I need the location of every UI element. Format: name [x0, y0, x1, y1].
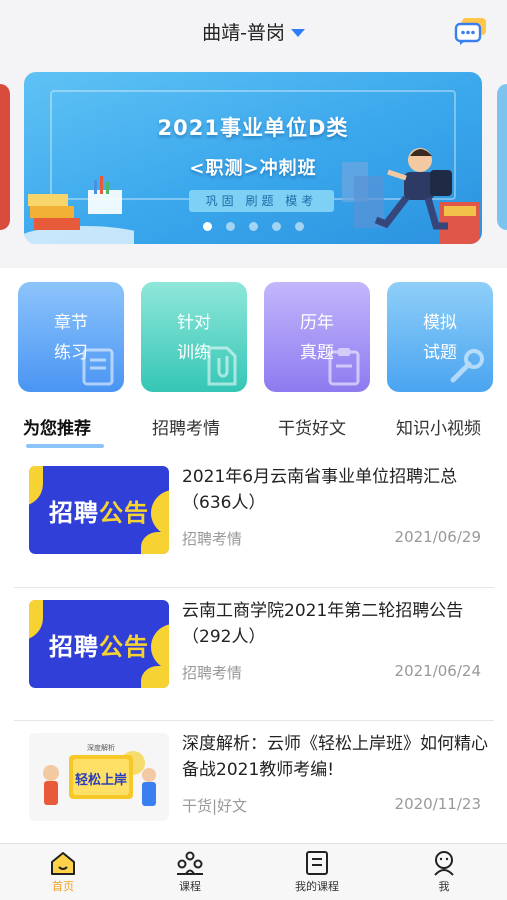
banner-title: 2021事业单位D类: [157, 116, 349, 140]
tab-articles[interactable]: 干货好文: [278, 414, 346, 439]
city-selector[interactable]: 曲靖-普岗: [202, 18, 305, 45]
tile-chapter-practice[interactable]: 章节 练习: [18, 282, 124, 392]
list-item[interactable]: 招聘公告 2021年6月云南省事业单位招聘汇总（636人） 招聘考情 2021/…: [0, 454, 507, 588]
tab-recruitment[interactable]: 招聘考情: [152, 414, 220, 439]
article-category: 招聘考情: [182, 530, 243, 548]
article-title: 深度解析：云师《轻松上岸班》如何精心备战2021教师考编!: [182, 734, 488, 780]
nav-label: 首页: [52, 880, 74, 893]
carousel-dot[interactable]: [225, 222, 235, 231]
nav-label: 课程: [179, 880, 201, 893]
top-header: 曲靖-普岗: [0, 0, 507, 62]
courses-icon: [177, 851, 203, 875]
chevron-down-icon: [290, 28, 305, 37]
thumb-text: 公告: [99, 499, 149, 527]
tile-label: 真题: [300, 343, 334, 363]
banner-carousel: 2021事业单位D类 <职测>冲刺班 巩固 刷题 模考: [0, 62, 507, 268]
nav-home[interactable]: 首页: [13, 850, 113, 894]
list-item[interactable]: 招聘公告 云南工商学院2021年第二轮招聘公告（292人） 招聘考情 2021/…: [0, 588, 507, 722]
article-thumbnail: 轻松上岸 深度解析: [29, 733, 169, 821]
home-icon: [51, 852, 75, 875]
quick-entry-grid: 章节 练习 针对 训练 历年 真题 模拟 试题: [0, 268, 507, 398]
tile-label: 模拟: [423, 313, 457, 333]
nav-courses[interactable]: 课程: [140, 850, 240, 894]
next-banner-peek[interactable]: [497, 84, 507, 230]
tab-recommended[interactable]: 为您推荐: [23, 414, 91, 439]
article-title: 云南工商学院2021年第二轮招聘公告（292人）: [182, 601, 464, 647]
tile-label: 针对: [177, 313, 211, 333]
bottom-nav: 首页 课程 我的课程 我: [0, 843, 507, 900]
article-date: 2021/06/24: [394, 662, 481, 680]
article-thumbnail: 招聘公告: [29, 466, 169, 554]
list-item[interactable]: 轻松上岸 深度解析 深度解析：云师《轻松上岸班》如何精心备战2021教师考编! …: [0, 721, 507, 843]
article-date: 2020/11/23: [394, 795, 481, 813]
article-thumbnail: 招聘公告: [29, 600, 169, 688]
thumb-text: 招聘: [49, 633, 99, 661]
thumb-text: 轻松上岸: [75, 772, 127, 788]
thumb-text: 公告: [99, 633, 149, 661]
carousel-dot[interactable]: [248, 222, 258, 231]
tile-label: 试题: [423, 343, 457, 363]
city-label: 曲靖-普岗: [202, 21, 285, 44]
nav-label: 我: [438, 880, 450, 893]
tile-label: 历年: [300, 313, 334, 333]
content-tabs: 为您推荐 招聘考情 干货好文 知识小视频: [0, 398, 507, 454]
banner-tagline: 巩固 刷题 模考: [189, 190, 334, 212]
carousel-indicator: [24, 222, 482, 231]
prev-banner-peek[interactable]: [0, 84, 10, 230]
article-list: 招聘公告 2021年6月云南省事业单位招聘汇总（636人） 招聘考情 2021/…: [0, 454, 507, 843]
nav-my-courses[interactable]: 我的课程: [267, 850, 367, 894]
tab-videos[interactable]: 知识小视频: [396, 414, 481, 439]
article-category: 干货|好文: [182, 797, 248, 815]
banner-subtitle: <职测>冲刺班: [189, 158, 317, 179]
active-tab-indicator: [26, 444, 104, 448]
tile-label: 章节: [54, 313, 88, 333]
article-title: 2021年6月云南省事业单位招聘汇总（636人）: [182, 467, 458, 513]
article-category: 招聘考情: [182, 664, 243, 682]
tile-mock-exams[interactable]: 模拟 试题: [387, 282, 493, 392]
carousel-dot[interactable]: [202, 222, 212, 231]
thumb-text: 招聘: [49, 499, 99, 527]
tile-past-exams[interactable]: 历年 真题: [264, 282, 370, 392]
chat-icon[interactable]: [453, 16, 489, 46]
books-illustration: [24, 176, 134, 244]
profile-icon: [434, 851, 454, 876]
tile-label: 训练: [177, 343, 211, 363]
carousel-dot[interactable]: [271, 222, 281, 231]
thumb-small-text: 深度解析: [87, 743, 115, 752]
tile-targeted-training[interactable]: 针对 训练: [141, 282, 247, 392]
my-courses-icon: [306, 851, 328, 875]
nav-label: 我的课程: [295, 880, 339, 893]
promo-banner[interactable]: 2021事业单位D类 <职测>冲刺班 巩固 刷题 模考: [24, 72, 482, 244]
tile-label: 练习: [54, 343, 88, 363]
carousel-dot[interactable]: [294, 222, 304, 231]
nav-profile[interactable]: 我: [394, 850, 494, 894]
article-date: 2021/06/29: [394, 528, 481, 546]
course-illustration: 轻松上岸 深度解析: [29, 733, 169, 821]
